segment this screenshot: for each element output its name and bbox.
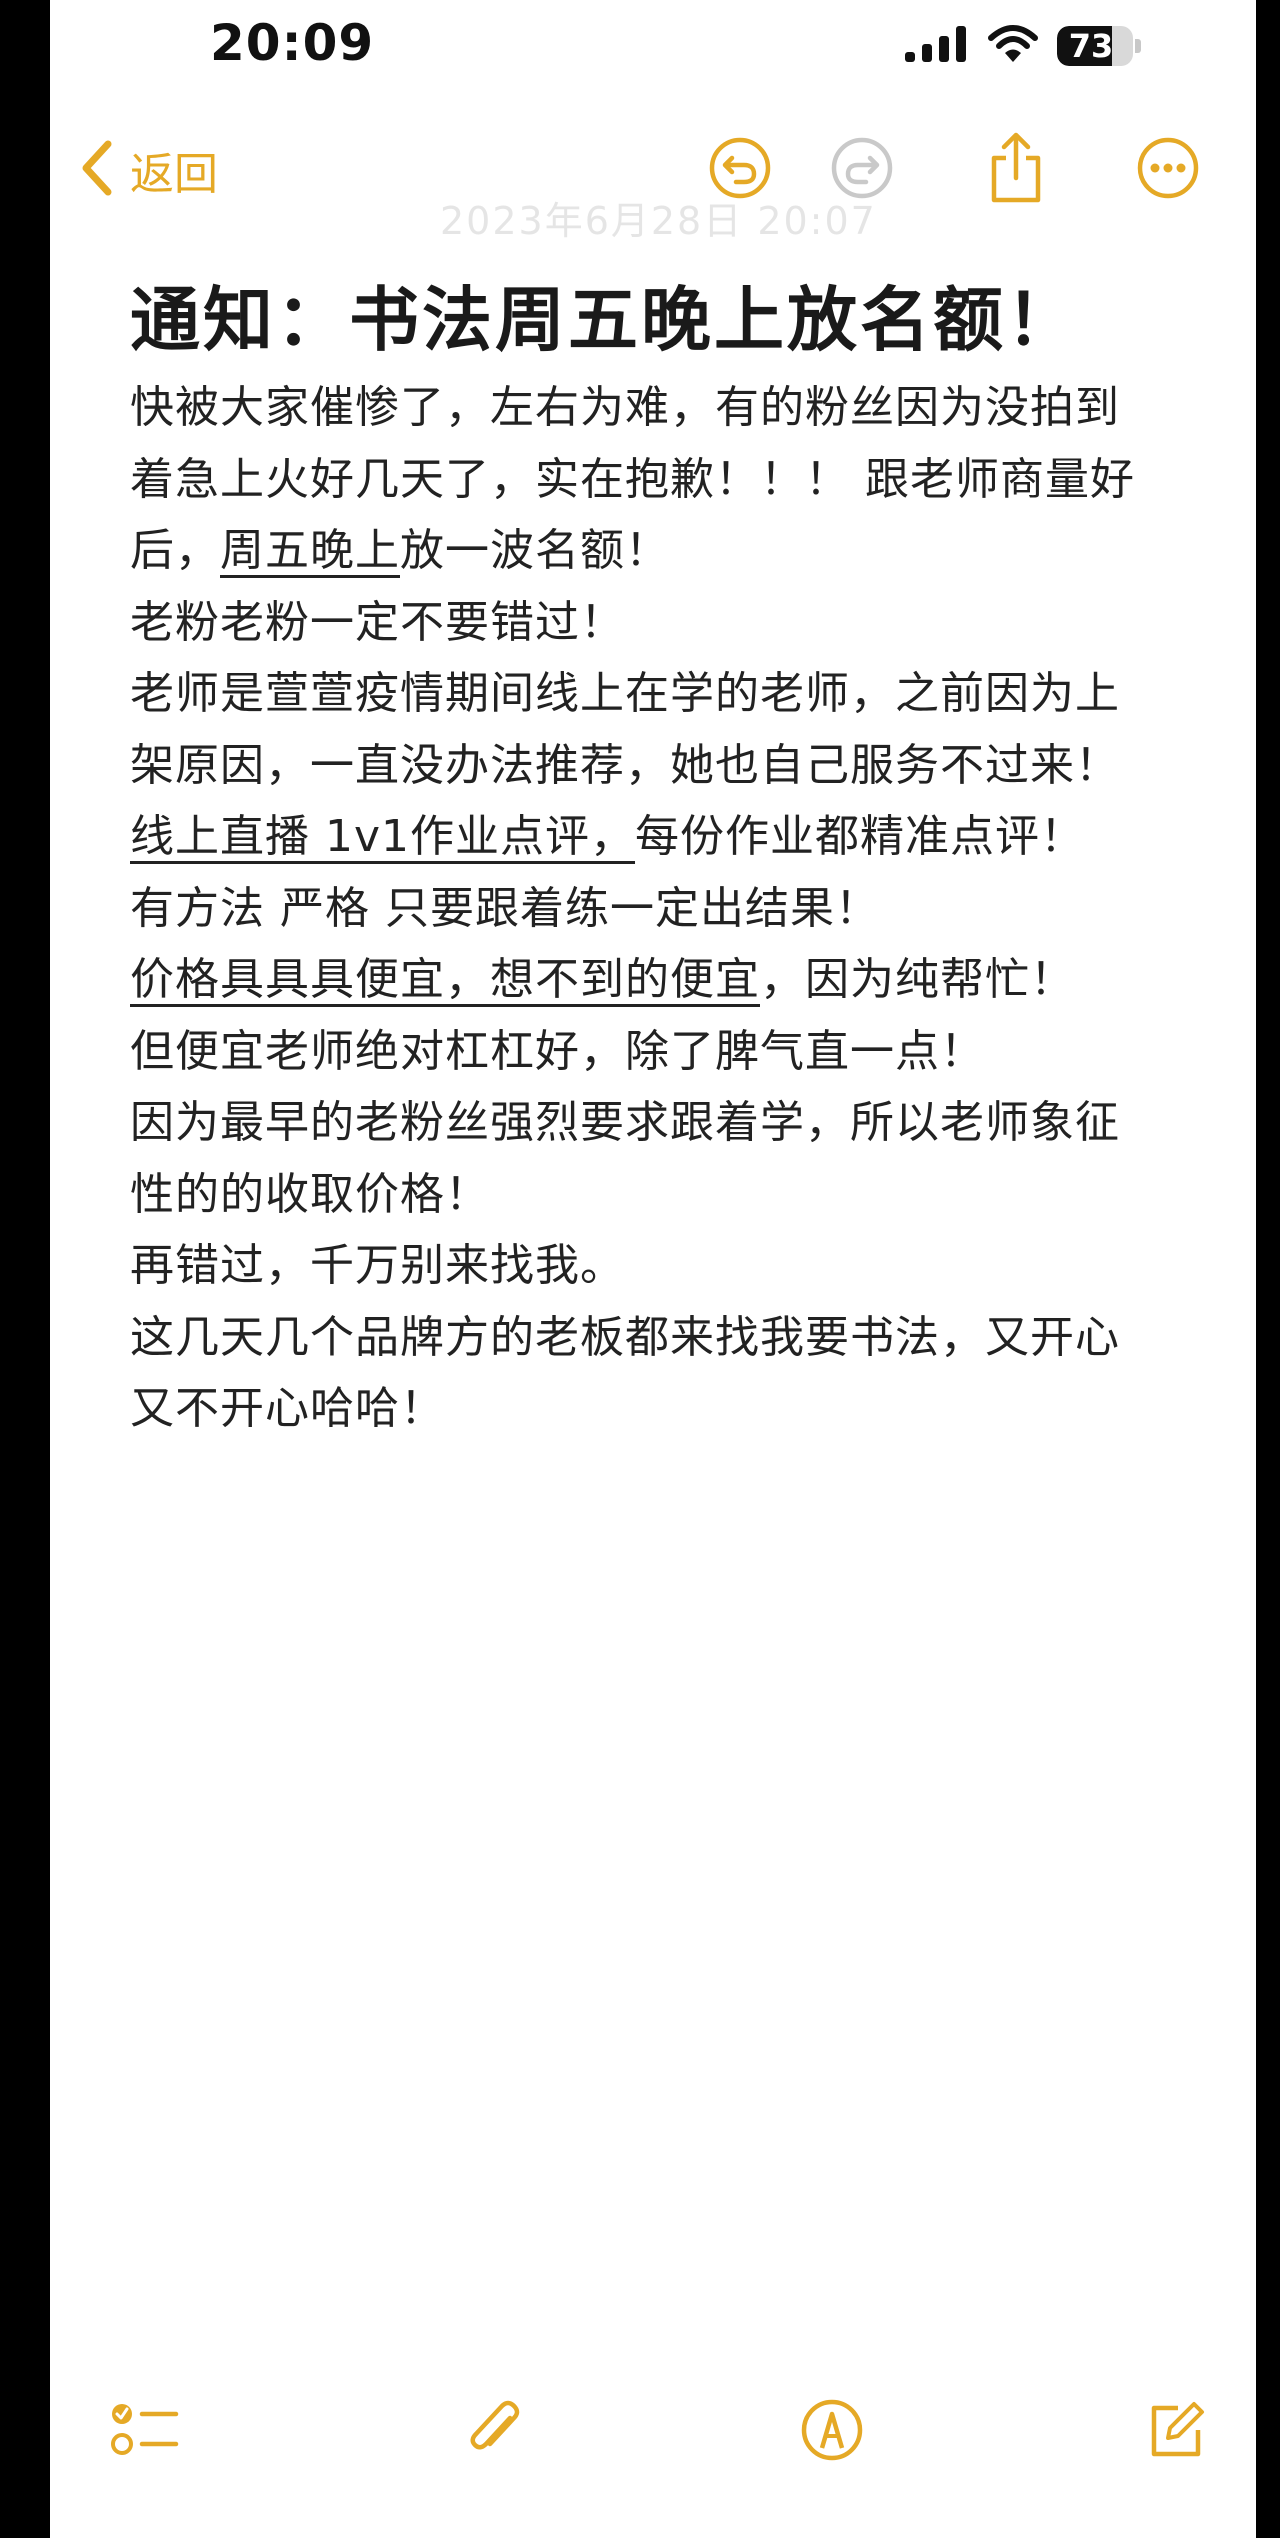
markup-button[interactable] xyxy=(792,2392,872,2472)
cellular-signal-icon xyxy=(905,24,969,68)
note-text: 老粉老粉一定不要错过！ xyxy=(130,596,625,648)
battery-nub xyxy=(1135,39,1141,53)
note-text: 又不开心哈哈！ xyxy=(130,1383,445,1434)
paperclip-icon xyxy=(462,2398,526,2466)
note-text: 架原因，一直没办法推荐，她也自己服务不过来！ xyxy=(130,739,1120,791)
battery-icon: 73 xyxy=(1057,26,1133,66)
wifi-icon xyxy=(987,24,1039,68)
note-text: 再错过，千万别来找我。 xyxy=(130,1240,625,1291)
note-line: 价格具具具便宜，想不到的便宜，因为纯帮忙！ xyxy=(130,944,1210,1016)
note-text: 老师是萱萱疫情期间线上在学的老师，之前因为上 xyxy=(130,668,1120,719)
note-text: 着急上火好几天了，实在抱歉！！！ 跟老师商量好 xyxy=(130,453,1135,505)
undo-button[interactable] xyxy=(704,134,776,206)
note-line: 老师是萱萱疫情期间线上在学的老师，之前因为上 xyxy=(130,658,1210,730)
note-text: 后， xyxy=(130,525,220,576)
note-line: 着急上火好几天了，实在抱歉！！！ 跟老师商量好 xyxy=(130,444,1210,516)
note-text: 快被大家催惨了，左右为难，有的粉丝因为没拍到 xyxy=(130,382,1120,433)
back-button[interactable]: 返回 xyxy=(80,138,218,202)
note-line: 又不开心哈哈！ xyxy=(130,1373,1210,1445)
note-line: 这几天几个品牌方的老板都来找我要书法，又开心 xyxy=(130,1302,1210,1374)
battery-level: 73 xyxy=(1068,27,1114,65)
back-label: 返回 xyxy=(130,149,218,200)
underlined-text: 线上直播 1v1作业点评， xyxy=(130,811,636,862)
note-title: 通知：书法周五晚上放名额！ xyxy=(130,279,1079,361)
redo-icon xyxy=(830,136,894,204)
note-line: 性的的收取价格！ xyxy=(130,1159,1210,1231)
note-body[interactable]: 快被大家催惨了，左右为难，有的粉丝因为没拍到 着急上火好几天了，实在抱歉！！！ 跟… xyxy=(130,372,1210,1445)
compose-button[interactable] xyxy=(1136,2392,1216,2472)
note-line: 线上直播 1v1作业点评，每份作业都精准点评！ xyxy=(130,801,1210,873)
more-button[interactable] xyxy=(1132,134,1204,206)
checklist-button[interactable] xyxy=(106,2392,186,2472)
note-line: 再错过，千万别来找我。 xyxy=(130,1230,1210,1302)
underlined-text: 价格具具具便宜，想不到的便宜 xyxy=(130,954,760,1005)
redo-button[interactable] xyxy=(826,134,898,206)
share-icon xyxy=(986,132,1046,208)
note-line: 快被大家催惨了，左右为难，有的粉丝因为没拍到 xyxy=(130,372,1210,444)
note-text: 每份作业都精准点评！ xyxy=(635,811,1086,862)
markup-pen-icon xyxy=(800,2398,864,2466)
note-date: 2023年6月28日 20:07 xyxy=(440,199,877,243)
more-icon xyxy=(1136,136,1200,204)
note-line: 有方法 严格 只要跟着练一定出结果！ xyxy=(130,873,1210,945)
note-text: 这几天几个品牌方的老板都来找我要书法，又开心 xyxy=(130,1311,1120,1363)
note-text: ，因为纯帮忙！ xyxy=(760,954,1075,1005)
status-time: 20:09 xyxy=(210,14,375,72)
attachment-button[interactable] xyxy=(454,2392,534,2472)
note-text: 放一波名额！ xyxy=(400,525,670,576)
note-line: 因为最早的老粉丝强烈要求跟着学，所以老师象征 xyxy=(130,1087,1210,1159)
note-text: 因为最早的老粉丝强烈要求跟着学，所以老师象征 xyxy=(130,1097,1120,1148)
underlined-text: 周五晚上 xyxy=(220,525,400,576)
note-line: 后，周五晚上放一波名额！ xyxy=(130,515,1210,587)
undo-icon xyxy=(708,136,772,204)
note-line: 架原因，一直没办法推荐，她也自己服务不过来！ xyxy=(130,730,1210,802)
note-text: 性的的收取价格！ xyxy=(130,1168,490,1220)
note-text: 有方法 严格 只要跟着练一定出结果！ xyxy=(130,882,880,934)
checklist-icon xyxy=(110,2398,182,2466)
notes-screen: 20:09 73 返回 2023年6月28日 20:07 通知：书法周五晚上放名… xyxy=(50,0,1256,2538)
compose-icon xyxy=(1144,2398,1208,2466)
status-icons: 73 xyxy=(905,22,1141,70)
note-line: 老粉老粉一定不要错过！ xyxy=(130,587,1210,659)
share-button[interactable] xyxy=(980,132,1052,208)
chevron-left-icon xyxy=(80,140,114,200)
note-line: 但便宜老师绝对杠杠好，除了脾气直一点！ xyxy=(130,1016,1210,1088)
note-text: 但便宜老师绝对杠杠好，除了脾气直一点！ xyxy=(130,1025,985,1077)
